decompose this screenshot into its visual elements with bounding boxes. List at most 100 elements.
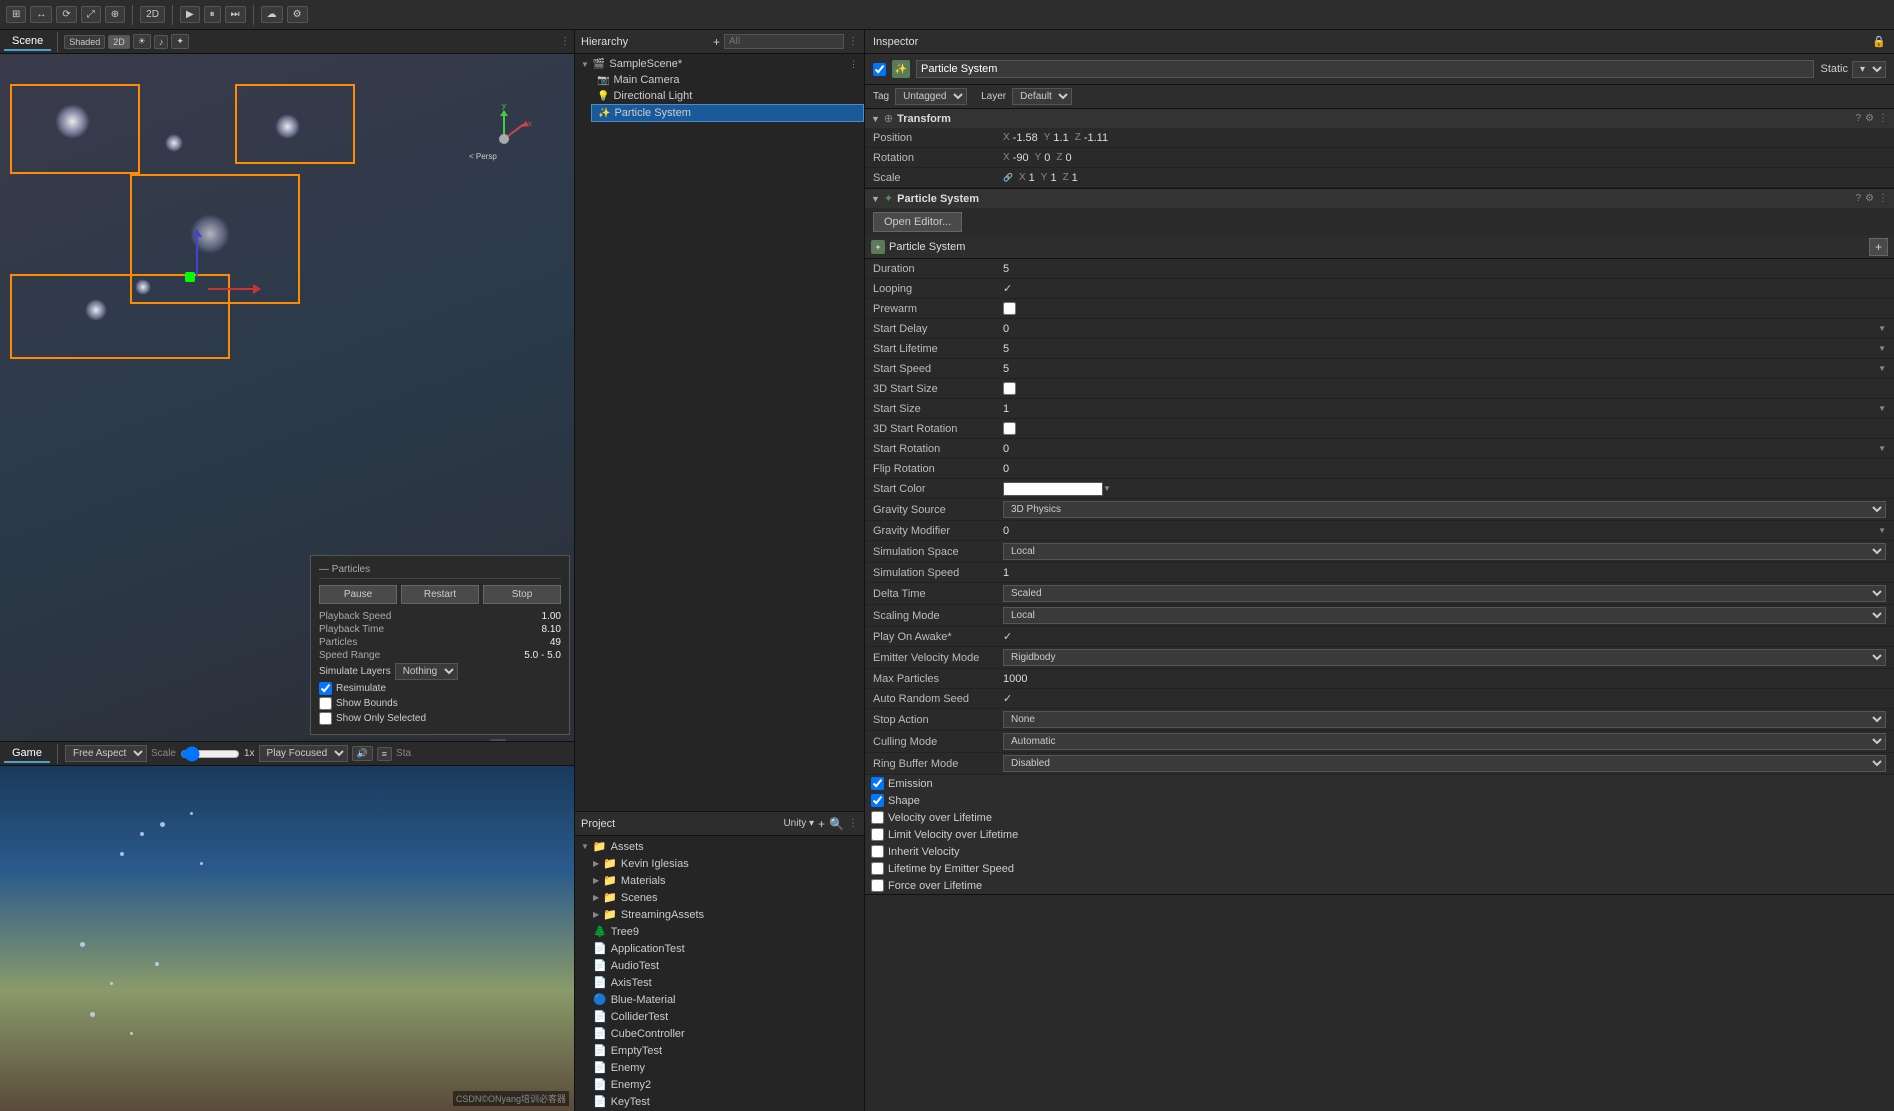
force-lifetime-checkbox[interactable]	[871, 879, 884, 892]
scene-more-btn[interactable]: ⋮	[560, 36, 570, 47]
start-color-preview[interactable]	[1003, 482, 1103, 496]
ps-settings-icon[interactable]: ⚙	[1865, 193, 1874, 204]
proj-streaming[interactable]: ▶ 📁 StreamingAssets	[575, 906, 864, 923]
proj-assets-root[interactable]: ▼ 📁 Assets	[575, 838, 864, 855]
simulate-layers-select[interactable]: Nothing	[395, 663, 458, 680]
start-delay-dropdown-icon[interactable]: ▼	[1878, 324, 1886, 333]
transform-help-icon[interactable]: ?	[1855, 113, 1861, 124]
emitter-velocity-select[interactable]: Rigidbody	[1003, 649, 1886, 666]
transform-settings-icon[interactable]: ⚙	[1865, 113, 1874, 124]
inherit-velocity-section[interactable]: Inherit Velocity	[865, 843, 1894, 860]
inherit-velocity-checkbox[interactable]	[871, 845, 884, 858]
simulation-space-select[interactable]: Local	[1003, 543, 1886, 560]
project-search-btn[interactable]: 🔍	[829, 817, 844, 831]
velocity-lifetime-checkbox[interactable]	[871, 811, 884, 824]
start-color-dropdown-icon[interactable]: ▼	[1103, 484, 1111, 493]
proj-empty[interactable]: 📄 EmptyTest	[575, 1042, 864, 1059]
start-lifetime-dropdown-icon[interactable]: ▼	[1878, 344, 1886, 353]
object-active-checkbox[interactable]	[873, 63, 886, 76]
scene-shading-btn[interactable]: Shaded	[64, 35, 105, 49]
proj-blue-material[interactable]: 🔵 Blue-Material	[575, 991, 864, 1008]
scale-slider[interactable]	[180, 746, 240, 762]
ps-add-btn[interactable]: +	[1869, 238, 1888, 256]
emission-checkbox[interactable]	[871, 777, 884, 790]
aspect-select[interactable]: Free Aspect	[65, 745, 147, 762]
layer-select[interactable]: Default	[1012, 88, 1072, 105]
limit-velocity-checkbox[interactable]	[871, 828, 884, 841]
start-size-dropdown-icon[interactable]: ▼	[1878, 404, 1886, 413]
stats-btn[interactable]: ≡	[377, 747, 392, 761]
toolbar-rotate-btn[interactable]: ⟳	[56, 6, 76, 23]
limit-velocity-section[interactable]: Limit Velocity over Lifetime	[865, 826, 1894, 843]
proj-materials[interactable]: ▶ 📁 Materials	[575, 872, 864, 889]
scene-fx-btn[interactable]: ✦	[171, 34, 189, 49]
hierarchy-more-btn[interactable]: ⋮	[848, 36, 858, 47]
force-lifetime-section[interactable]: Force over Lifetime	[865, 877, 1894, 894]
prewarm-checkbox[interactable]	[1003, 302, 1016, 315]
project-unity-label[interactable]: Unity ▾	[783, 818, 814, 829]
transform-header[interactable]: ▼ ⊕ Transform ? ⚙ ⋮	[865, 109, 1894, 128]
ps-help-icon[interactable]: ?	[1855, 193, 1861, 204]
project-more-btn[interactable]: ⋮	[848, 818, 858, 829]
velocity-lifetime-section[interactable]: Velocity over Lifetime	[865, 809, 1894, 826]
proj-audiotest[interactable]: 📄 AudioTest	[575, 957, 864, 974]
ring-buffer-select[interactable]: Disabled	[1003, 755, 1886, 772]
gravity-modifier-dropdown-icon[interactable]: ▼	[1878, 526, 1886, 535]
restart-btn[interactable]: Restart	[401, 585, 479, 604]
inspector-lock-btn[interactable]: 🔒	[1872, 35, 1886, 48]
proj-tree9[interactable]: 🌲 Tree9	[575, 923, 864, 940]
hier-more-scene[interactable]: ⋮	[849, 59, 858, 70]
mute-btn[interactable]: 🔊	[352, 746, 373, 761]
toolbar-play-btn[interactable]: ▶	[180, 6, 200, 23]
hier-item-particle-system[interactable]: ✨ Particle System	[591, 104, 864, 122]
toolbar-rect-btn[interactable]: ⊕	[105, 6, 125, 23]
pause-btn[interactable]: Pause	[319, 585, 397, 604]
stop-btn[interactable]: Stop	[483, 585, 561, 604]
transform-more-icon[interactable]: ⋮	[1878, 113, 1888, 124]
game-tab[interactable]: Game	[4, 745, 50, 763]
proj-cube[interactable]: 📄 CubeController	[575, 1025, 864, 1042]
toolbar-2d-btn[interactable]: 2D	[140, 6, 165, 23]
scene-audio-btn[interactable]: ♪	[154, 35, 169, 49]
delta-time-select[interactable]: Scaled	[1003, 585, 1886, 602]
scene-light-btn[interactable]: ☀	[133, 34, 151, 49]
proj-enemy[interactable]: 📄 Enemy	[575, 1059, 864, 1076]
toolbar-move-btn[interactable]: ↔	[30, 6, 52, 23]
scene-2d-btn[interactable]: 2D	[108, 35, 130, 49]
play-mode-select[interactable]: Play Focused	[259, 745, 348, 762]
emission-section[interactable]: Emission	[865, 775, 1894, 792]
ps-more-icon[interactable]: ⋮	[1878, 193, 1888, 204]
toolbar-pause-btn[interactable]: ⏸	[204, 6, 221, 23]
tag-select[interactable]: Untagged	[895, 88, 967, 105]
gravity-source-select[interactable]: 3D Physics	[1003, 501, 1886, 518]
proj-collider[interactable]: 📄 ColliderTest	[575, 1008, 864, 1025]
hier-item-camera[interactable]: 📷 Main Camera	[591, 72, 864, 88]
toolbar-step-btn[interactable]: ⏭	[225, 6, 246, 23]
shape-section[interactable]: Shape	[865, 792, 1894, 809]
resimulate-checkbox[interactable]	[319, 682, 332, 695]
hierarchy-search[interactable]	[724, 34, 844, 49]
start-speed-dropdown-icon[interactable]: ▼	[1878, 364, 1886, 373]
lifetime-emitter-section[interactable]: Lifetime by Emitter Speed	[865, 860, 1894, 877]
scene-view[interactable]: Scene Shaded 2D ☀ ♪ ✦ ⋮	[0, 30, 574, 741]
shape-checkbox[interactable]	[871, 794, 884, 807]
3d-start-size-checkbox[interactable]	[1003, 382, 1016, 395]
object-name-input[interactable]	[916, 60, 1814, 78]
project-add-btn[interactable]: +	[818, 817, 825, 831]
scene-tab[interactable]: Scene	[4, 33, 51, 51]
show-only-selected-checkbox[interactable]	[319, 712, 332, 725]
hier-item-light[interactable]: 💡 Directional Light	[591, 88, 864, 104]
proj-scenes[interactable]: ▶ 📁 Scenes	[575, 889, 864, 906]
toolbar-settings-btn[interactable]: ⚙	[287, 6, 308, 23]
toolbar-cloud-btn[interactable]: ☁	[261, 6, 283, 23]
stop-action-select[interactable]: None	[1003, 711, 1886, 728]
open-editor-btn[interactable]: Open Editor...	[873, 212, 962, 232]
hier-item-scene[interactable]: ▼ 🎬 SampleScene* ⋮	[575, 56, 864, 72]
culling-mode-select[interactable]: Automatic	[1003, 733, 1886, 750]
scaling-mode-select[interactable]: Local	[1003, 607, 1886, 624]
proj-keytest[interactable]: 📄 KeyTest	[575, 1093, 864, 1110]
toolbar-transform-btn[interactable]: ⊞	[6, 6, 26, 23]
proj-kevin[interactable]: ▶ 📁 Kevin Iglesias	[575, 855, 864, 872]
static-select[interactable]: ▾	[1852, 61, 1886, 78]
hierarchy-add-btn[interactable]: +	[713, 35, 720, 49]
